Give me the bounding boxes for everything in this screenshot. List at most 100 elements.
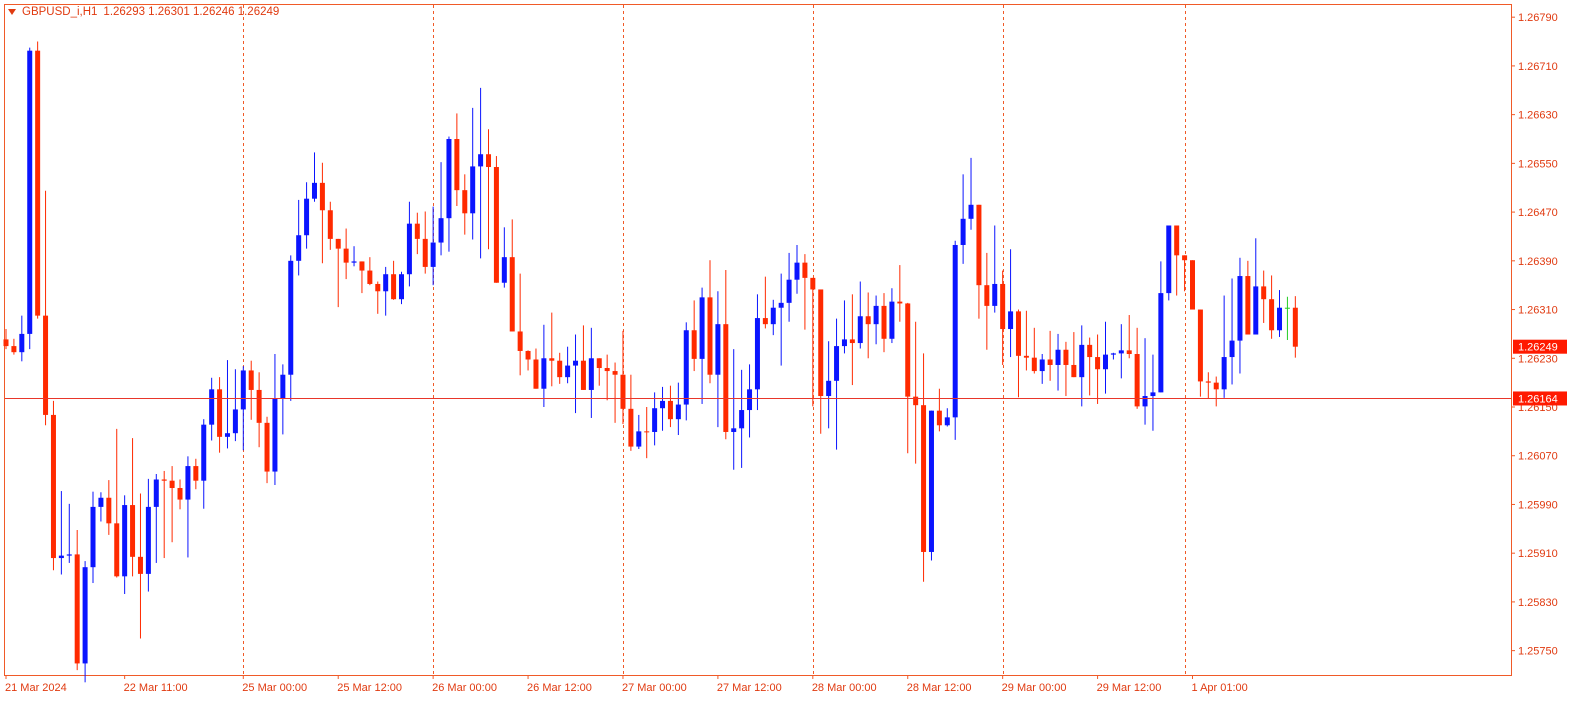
candle-body [1229,340,1235,358]
candle-body [217,389,223,437]
candle-body [82,567,88,664]
candle-body [533,359,539,389]
candle-body [881,305,887,339]
candle-body [74,554,80,664]
candle-body [1150,392,1156,397]
candle-body [596,358,602,369]
price-tick-label: 1.26070 [1518,451,1558,463]
candle-body [770,307,776,325]
candle-body [478,154,484,167]
candle-body [1166,225,1172,294]
candle-body [209,389,215,425]
ohlc-readout: 1.26293 1.26301 1.26246 1.26249 [103,6,280,18]
candle-body [19,333,25,353]
candle-body [1269,299,1275,331]
candle-body [1221,357,1227,390]
candle-body [952,244,958,418]
candle-body [454,139,460,191]
candle-body [762,318,768,325]
candle-body [430,242,436,267]
candle-body [723,324,729,432]
candle-body [414,223,420,239]
time-tick-label: 28 Mar 12:00 [907,682,972,694]
candle-body [1008,311,1014,330]
candle-body [826,380,832,397]
price-tick-label: 1.26630 [1518,110,1558,122]
time-tick-label: 22 Mar 11:00 [124,682,188,694]
candle-body [406,223,412,275]
candle-body [1047,359,1053,365]
candle-body [913,396,919,406]
candle-body [256,389,262,423]
candle-body [1284,307,1290,309]
candle-body [810,277,816,290]
candle-body [422,238,428,267]
candle-body [319,182,325,211]
candle-body [1079,344,1085,378]
candle-body [754,318,760,390]
candle-body [612,371,618,375]
candle-body [130,505,136,557]
time-tick-label: 26 Mar 12:00 [527,682,592,694]
candle-body [636,431,642,447]
chart-title: GBPUSD_i,H1 1.26293 1.26301 1.26246 1.26… [8,6,279,18]
candle-body [272,398,278,472]
candle-body [438,218,444,243]
candle-body [1245,276,1251,335]
candle-body [462,190,468,214]
candle-body [1197,309,1203,382]
candle-body [1292,307,1298,347]
time-axis: 21 Mar 2024 22 Mar 11:00 25 Mar 00:00 25 Ma… [5,675,1248,694]
candle-body [1213,382,1219,390]
candlestick-chart[interactable]: 1.26790 1.26710 1.26630 1.26550 1.26470 1.263… [0,0,1586,709]
candle-body [517,331,523,351]
candle-body [652,408,658,432]
candle-body [304,198,310,236]
candle-body [343,248,349,263]
candle-body [573,360,579,366]
candle-body [11,346,17,353]
candle-body [834,346,840,381]
price-tick-label: 1.26790 [1518,12,1558,24]
candle-body [1182,255,1188,261]
candle-body [90,506,96,568]
time-tick-label: 27 Mar 00:00 [622,682,687,694]
candle-body [327,210,333,239]
price-tick-label: 1.26710 [1518,61,1558,73]
time-tick-label: 25 Mar 12:00 [337,682,402,694]
candle-body [865,316,871,325]
candle-body [1158,293,1164,393]
price-tick-label: 1.26310 [1518,305,1558,317]
candle-body [1071,364,1077,378]
candle-body [802,262,808,278]
candle-body [27,50,33,334]
candle-body [549,358,555,361]
candle-body [667,400,673,420]
candle-body [968,204,974,219]
candle-body [1000,283,1006,330]
candle-body [1095,357,1101,370]
candle-body [699,297,705,359]
candle-body [691,330,697,359]
candle-body [58,555,64,559]
candle-body [248,370,254,390]
candle-body [849,339,855,344]
candle-body [1102,354,1108,370]
candle-body [280,374,286,399]
price-tick-label: 1.26550 [1518,158,1558,170]
candle-body [122,505,128,577]
chart-canvas[interactable]: 1.26790 1.26710 1.26630 1.26550 1.26470 1.263… [0,0,1586,709]
candle-body [1190,260,1195,310]
candle-body [43,315,49,415]
candle-body [486,154,492,168]
price-tick-label: 1.25750 [1518,646,1558,658]
candle-body [98,497,104,507]
candle-body [193,466,199,481]
candle-body [1174,225,1180,256]
time-tick-label: 28 Mar 00:00 [812,682,877,694]
candle-body [857,316,863,344]
candle-body [1023,355,1029,358]
collapse-triangle-icon[interactable] [8,9,16,15]
price-tick-label: 1.26390 [1518,256,1558,268]
candle-body [786,279,792,303]
